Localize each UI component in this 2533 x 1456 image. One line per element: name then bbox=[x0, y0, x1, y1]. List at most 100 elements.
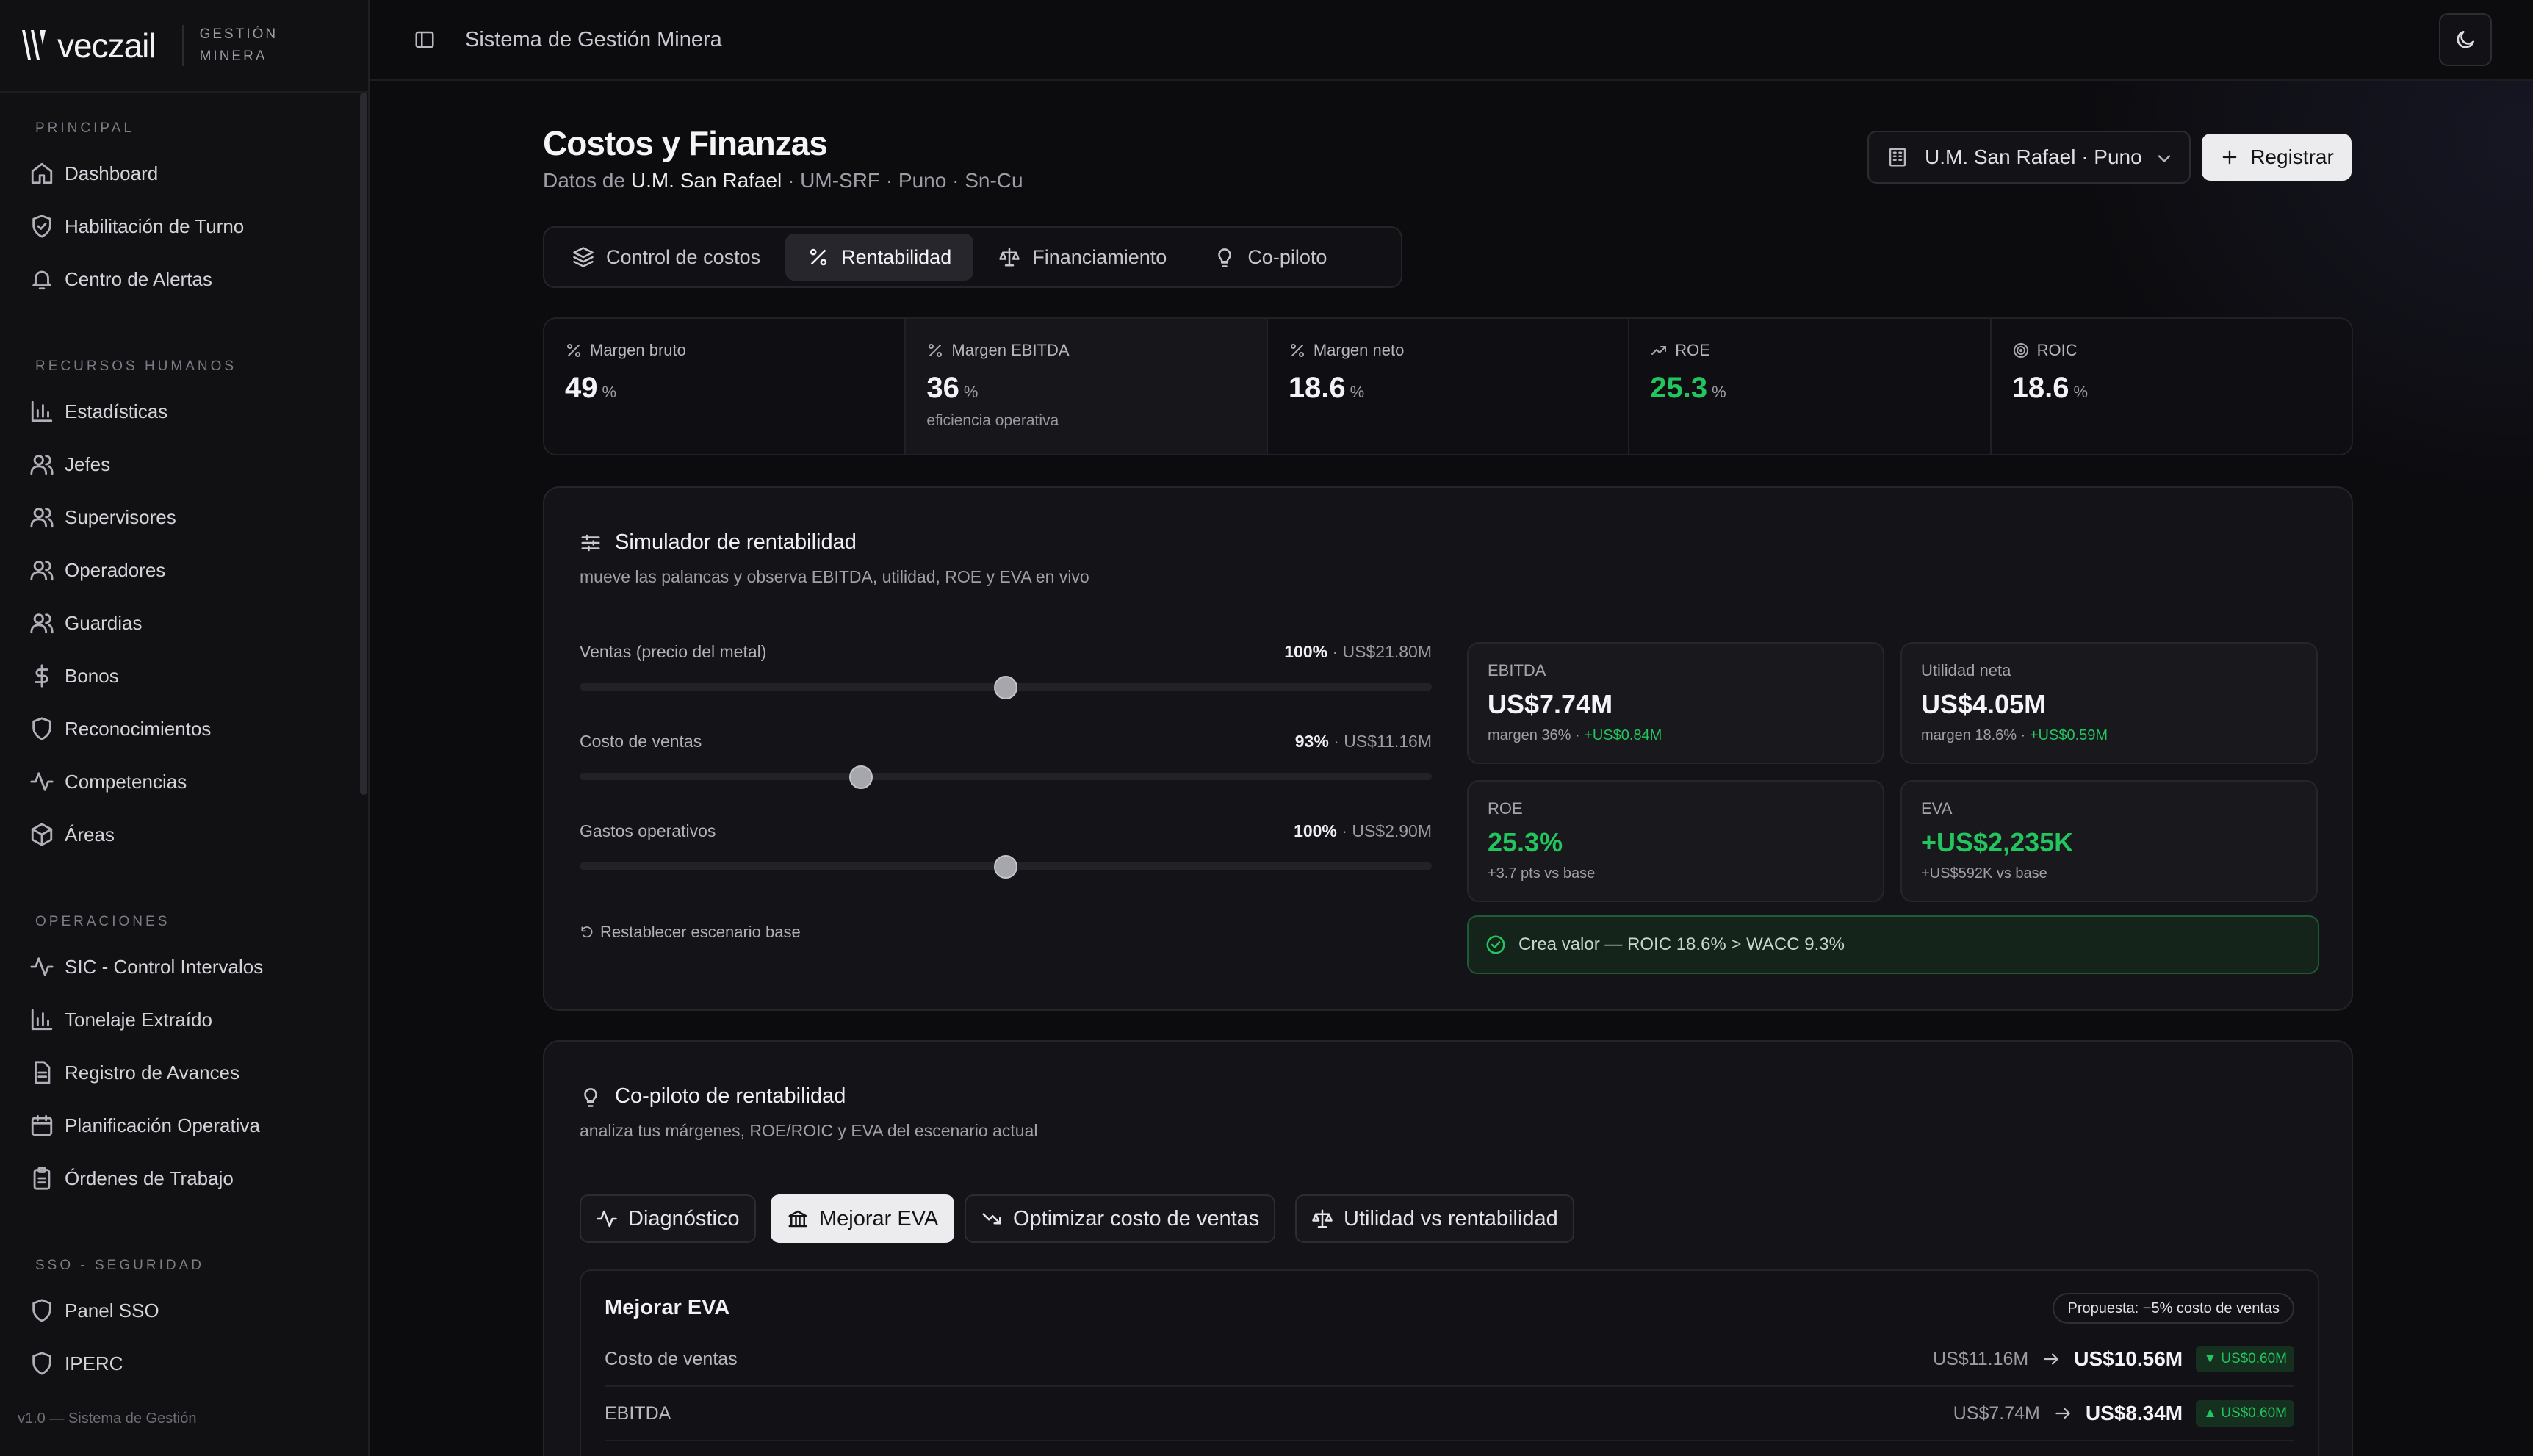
slider-ventas[interactable]: Ventas (precio del metal) 100% · US$21.8… bbox=[580, 642, 1432, 716]
sidebar-item-tonelaje[interactable]: Tonelaje Extraído bbox=[0, 993, 360, 1046]
kpi-unit: % bbox=[602, 383, 617, 401]
kpi-value-row: 36% bbox=[926, 372, 1245, 405]
action-label: Utilidad vs rentabilidad bbox=[1344, 1206, 1558, 1230]
slider-thumb[interactable] bbox=[994, 676, 1017, 699]
metric-card-utilidad-neta: Utilidad neta US$4.05M margen 18.6% · +U… bbox=[1900, 642, 2318, 764]
activity-icon bbox=[30, 772, 54, 791]
kpi-value-row: 25.3% bbox=[1650, 372, 1969, 405]
slider-amount: · US$2.90M bbox=[1341, 821, 1432, 840]
sidebar-item-label: Áreas bbox=[65, 823, 115, 846]
theme-toggle-button[interactable] bbox=[2439, 13, 2492, 66]
sliders-icon bbox=[581, 534, 600, 551]
slider-thumb[interactable] bbox=[994, 855, 1017, 879]
bell-icon bbox=[32, 270, 51, 290]
tab-label: Rentabilidad bbox=[841, 245, 952, 268]
kpi-value: 49 bbox=[565, 372, 598, 404]
kpi-unit: % bbox=[963, 383, 979, 401]
kpi-label-row: Margen neto bbox=[1289, 341, 1607, 360]
dollar-icon bbox=[35, 664, 48, 688]
sidebar-item-estadisticas[interactable]: Estadísticas bbox=[0, 385, 360, 438]
action-label: Mejorar EVA bbox=[819, 1206, 939, 1230]
sidebar-item-panel-sso[interactable]: Panel SSO bbox=[0, 1284, 360, 1337]
kpi-margen-bruto: Margen bruto 49% bbox=[544, 319, 907, 454]
copilot-panel: Co-piloto de rentabilidad analiza tus má… bbox=[543, 1040, 2353, 1456]
sidebar-toggle-icon[interactable] bbox=[414, 29, 436, 51]
tab-copiloto[interactable]: Co-piloto bbox=[1192, 234, 1349, 281]
tab-financiamiento[interactable]: Financiamiento bbox=[976, 234, 1189, 281]
sidebar-item-iperc[interactable]: IPERC bbox=[0, 1337, 360, 1390]
metric-label: EVA bbox=[1921, 799, 1953, 818]
sidebar-item-label: Habilitación de Turno bbox=[65, 215, 245, 237]
percent-icon bbox=[929, 344, 943, 357]
sidebar-item-reconocimientos[interactable]: Reconocimientos bbox=[0, 702, 360, 755]
brand[interactable]: veczail GESTIÓN MINERA bbox=[0, 0, 368, 93]
register-button-label: Registrar bbox=[2250, 145, 2334, 168]
action-label: Optimizar costo de ventas bbox=[1013, 1206, 1260, 1230]
calendar-icon bbox=[31, 1114, 53, 1136]
sidebar-scrollbar[interactable] bbox=[360, 93, 367, 795]
brand-subtitle: GESTIÓN MINERA bbox=[200, 24, 278, 68]
sidebar-item-competencias[interactable]: Competencias bbox=[0, 755, 360, 808]
topbar: Sistema de Gestión Minera bbox=[370, 0, 2533, 81]
sidebar-item-planificacion[interactable]: Planificación Operativa bbox=[0, 1099, 360, 1152]
nav-group-rrhh: RECURSOS HUMANOS bbox=[35, 358, 237, 374]
sidebar-item-areas[interactable]: Áreas bbox=[0, 808, 360, 861]
sidebar-item-label: Operadores bbox=[65, 558, 166, 581]
simulator-title-text: Simulador de rentabilidad bbox=[615, 530, 857, 554]
sidebar-item-jefes[interactable]: Jefes bbox=[0, 438, 360, 491]
bank-icon bbox=[788, 1210, 807, 1228]
kpi-label-row: Margen EBITDA bbox=[926, 341, 1245, 360]
tab-label: Co-piloto bbox=[1247, 245, 1327, 268]
action-mejorar-eva[interactable]: Mejorar EVA bbox=[771, 1194, 955, 1243]
sidebar-item-sic[interactable]: SIC - Control Intervalos bbox=[0, 940, 360, 993]
metric-delta: +US$0.59M bbox=[2029, 727, 2108, 743]
main-content: Costos y Finanzas Datos de U.M. San Rafa… bbox=[370, 81, 2533, 1456]
slider-percent: 93% bbox=[1294, 732, 1329, 751]
building-icon bbox=[1889, 148, 1906, 167]
sidebar-item-label: SIC - Control Intervalos bbox=[65, 955, 264, 978]
slider-percent: 100% bbox=[1294, 821, 1337, 840]
sidebar-item-label: Panel SSO bbox=[65, 1299, 159, 1322]
kpi-roic: ROIC 18.6% bbox=[1992, 319, 2352, 454]
slider-track[interactable] bbox=[580, 773, 1432, 780]
sidebar-item-label: Planificación Operativa bbox=[65, 1114, 260, 1136]
sidebar-item-label: Estadísticas bbox=[65, 400, 168, 422]
sidebar-item-avances[interactable]: Registro de Avances bbox=[0, 1046, 360, 1099]
sidebar-item-guardias[interactable]: Guardias bbox=[0, 597, 360, 649]
metric-value: +US$2,235K bbox=[1921, 827, 2074, 857]
sidebar-item-bonos[interactable]: Bonos bbox=[0, 649, 360, 702]
slider-gastos-operativos[interactable]: Gastos operativos 100% · US$2.90M bbox=[580, 821, 1432, 895]
sidebar-item-supervisores[interactable]: Supervisores bbox=[0, 491, 360, 544]
mine-select-value: U.M. San Rafael · Puno bbox=[1925, 145, 2142, 168]
slider-label: Gastos operativos bbox=[580, 821, 716, 840]
register-button[interactable]: Registrar bbox=[2202, 134, 2352, 181]
sidebar-item-label: Registro de Avances bbox=[65, 1061, 239, 1084]
sidebar-item-ordenes[interactable]: Órdenes de Trabajo bbox=[0, 1152, 360, 1205]
sidebar-item-label: Jefes bbox=[65, 453, 111, 475]
shield-icon bbox=[32, 1299, 51, 1322]
value-banner-text: Crea valor — ROIC 18.6% > WACC 9.3% bbox=[1518, 934, 1845, 954]
sidebar-item-label: IPERC bbox=[65, 1352, 123, 1374]
action-diagnostico[interactable]: Diagnóstico bbox=[580, 1194, 756, 1243]
tab-rentabilidad[interactable]: Rentabilidad bbox=[785, 234, 974, 281]
subtitle-suffix: · UM-SRF · Puno · Sn-Cu bbox=[788, 169, 1023, 192]
subtitle-unit-name: U.M. San Rafael bbox=[630, 169, 782, 192]
tab-control-costos[interactable]: Control de costos bbox=[550, 234, 782, 281]
sidebar-item-operadores[interactable]: Operadores bbox=[0, 544, 360, 597]
action-utilidad-rentabilidad[interactable]: Utilidad vs rentabilidad bbox=[1295, 1194, 1574, 1243]
action-optimizar-costo[interactable]: Optimizar costo de ventas bbox=[965, 1194, 1276, 1243]
sidebar-item-alertas[interactable]: Centro de Alertas bbox=[0, 253, 360, 306]
sidebar-item-habilitacion[interactable]: Habilitación de Turno bbox=[0, 200, 360, 253]
slider-costo-ventas[interactable]: Costo de ventas 93% · US$11.16M bbox=[580, 732, 1432, 805]
reset-scenario-button[interactable]: Restablecer escenario base bbox=[580, 923, 801, 942]
nav-group-sso: SSO - SEGURIDAD bbox=[35, 1258, 204, 1273]
slider-thumb[interactable] bbox=[848, 765, 873, 789]
tab-label: Financiamiento bbox=[1032, 245, 1167, 268]
users-icon bbox=[30, 613, 54, 634]
sidebar-item-label: Dashboard bbox=[65, 162, 159, 184]
scale-icon bbox=[1312, 1209, 1333, 1228]
mine-select[interactable]: U.M. San Rafael · Puno bbox=[1867, 131, 2191, 184]
simulator-title: Simulador de rentabilidad bbox=[580, 530, 857, 555]
sidebar-item-dashboard[interactable]: Dashboard bbox=[0, 147, 360, 200]
sidebar-item-label: Centro de Alertas bbox=[65, 267, 212, 290]
